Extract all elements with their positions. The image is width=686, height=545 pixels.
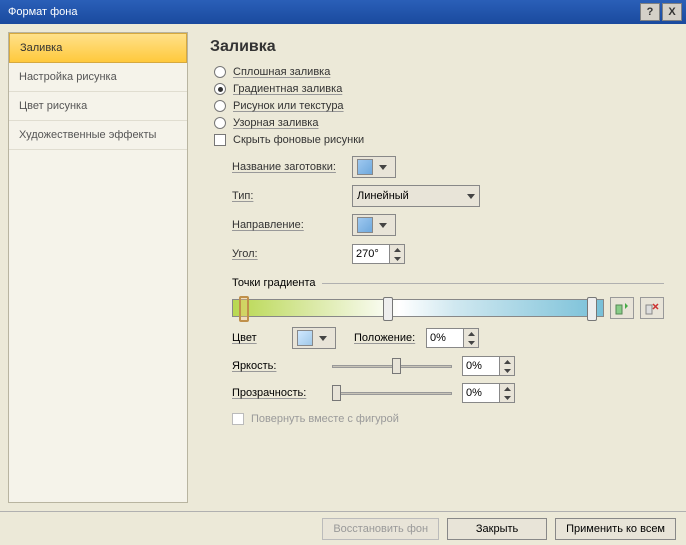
direction-label: Направление:: [232, 219, 352, 231]
spin-down[interactable]: [500, 393, 514, 402]
spin-up[interactable]: [464, 329, 478, 338]
sidebar-item-label: Настройка рисунка: [19, 71, 117, 83]
brightness-slider[interactable]: [332, 356, 452, 376]
position-input[interactable]: [427, 329, 463, 347]
brightness-label: Яркость:: [232, 360, 322, 372]
checkbox-label: Повернуть вместе с фигурой: [251, 413, 399, 425]
color-dropdown[interactable]: [292, 327, 336, 349]
radio-pattern-fill[interactable]: Узорная заливка: [214, 117, 664, 129]
close-button[interactable]: X: [662, 3, 682, 21]
checkbox-label: Скрыть фоновые рисунки: [233, 134, 364, 146]
chevron-down-icon: [379, 165, 387, 170]
type-dropdown[interactable]: Линейный: [352, 185, 480, 207]
stops-header: Точки градиента: [232, 277, 316, 289]
spin-up[interactable]: [390, 245, 404, 254]
add-stop-icon: [615, 301, 629, 315]
radio-icon: [214, 83, 226, 95]
gradient-track[interactable]: [232, 299, 604, 317]
sidebar-item-fill[interactable]: Заливка: [9, 33, 187, 63]
brightness-spinner[interactable]: [462, 356, 515, 376]
titlebar: Формат фона ? X: [0, 0, 686, 24]
add-stop-button[interactable]: [610, 297, 634, 319]
help-button[interactable]: ?: [640, 3, 660, 21]
spin-down[interactable]: [500, 366, 514, 375]
radio-icon: [214, 100, 226, 112]
sidebar: Заливка Настройка рисунка Цвет рисунка Х…: [8, 32, 188, 503]
paint-bucket-icon: [297, 330, 313, 346]
transparency-slider[interactable]: [332, 383, 452, 403]
checkbox-icon: [232, 413, 244, 425]
gradient-stop-active[interactable]: [239, 296, 249, 322]
sidebar-item-picture-adjust[interactable]: Настройка рисунка: [9, 63, 187, 92]
gradient-stop[interactable]: [383, 297, 393, 321]
radio-label: Рисунок или текстура: [233, 100, 344, 112]
titlebar-buttons: ? X: [640, 3, 682, 21]
divider: [322, 283, 664, 284]
footer: Восстановить фон Закрыть Применить ко вс…: [0, 511, 686, 545]
slider-track: [332, 392, 452, 395]
apply-all-button[interactable]: Применить ко всем: [555, 518, 676, 540]
type-label: Тип:: [232, 190, 352, 202]
close-dialog-button[interactable]: Закрыть: [447, 518, 547, 540]
brightness-input[interactable]: [463, 357, 499, 375]
spin-down[interactable]: [464, 338, 478, 347]
position-label: Положение:: [354, 332, 426, 344]
spin-up[interactable]: [500, 357, 514, 366]
type-value: Линейный: [357, 190, 461, 202]
radio-label: Узорная заливка: [233, 117, 318, 129]
radio-icon: [214, 66, 226, 78]
radio-label: Сплошная заливка: [233, 66, 330, 78]
window-title: Формат фона: [8, 6, 640, 18]
spin-up[interactable]: [500, 384, 514, 393]
main-panel: Заливка Сплошная заливка Градиентная зал…: [196, 32, 678, 503]
slider-thumb[interactable]: [392, 358, 401, 374]
direction-dropdown[interactable]: [352, 214, 396, 236]
swatch-icon: [357, 159, 373, 175]
chevron-down-icon: [379, 223, 387, 228]
sidebar-item-picture-color[interactable]: Цвет рисунка: [9, 92, 187, 121]
spin-down[interactable]: [390, 254, 404, 263]
sidebar-item-label: Заливка: [20, 42, 62, 54]
restore-button: Восстановить фон: [322, 518, 439, 540]
radio-icon: [214, 117, 226, 129]
preset-dropdown[interactable]: [352, 156, 396, 178]
radio-label: Градиентная заливка: [233, 83, 342, 95]
sidebar-item-label: Цвет рисунка: [19, 100, 87, 112]
color-label: Цвет: [232, 332, 292, 344]
swatch-icon: [357, 217, 373, 233]
slider-thumb[interactable]: [332, 385, 341, 401]
chevron-down-icon: [319, 336, 327, 341]
radio-picture-fill[interactable]: Рисунок или текстура: [214, 100, 664, 112]
remove-stop-button[interactable]: [640, 297, 664, 319]
sidebar-item-label: Художественные эффекты: [19, 129, 156, 141]
checkbox-rotate: Повернуть вместе с фигурой: [232, 413, 664, 425]
radio-gradient-fill[interactable]: Градиентная заливка: [214, 83, 664, 95]
transparency-label: Прозрачность:: [232, 387, 322, 399]
angle-input[interactable]: [353, 245, 389, 263]
remove-stop-icon: [645, 301, 659, 315]
preset-label: Название заготовки:: [232, 161, 352, 173]
checkbox-icon: [214, 134, 226, 146]
transparency-input[interactable]: [463, 384, 499, 402]
transparency-spinner[interactable]: [462, 383, 515, 403]
angle-spinner[interactable]: [352, 244, 405, 264]
sidebar-item-artistic[interactable]: Художественные эффекты: [9, 121, 187, 150]
angle-label: Угол:: [232, 248, 352, 260]
panel-heading: Заливка: [210, 38, 664, 56]
position-spinner[interactable]: [426, 328, 479, 348]
chevron-down-icon: [467, 194, 475, 199]
checkbox-hide-bg[interactable]: Скрыть фоновые рисунки: [214, 134, 664, 146]
gradient-stop[interactable]: [587, 297, 597, 321]
radio-solid-fill[interactable]: Сплошная заливка: [214, 66, 664, 78]
